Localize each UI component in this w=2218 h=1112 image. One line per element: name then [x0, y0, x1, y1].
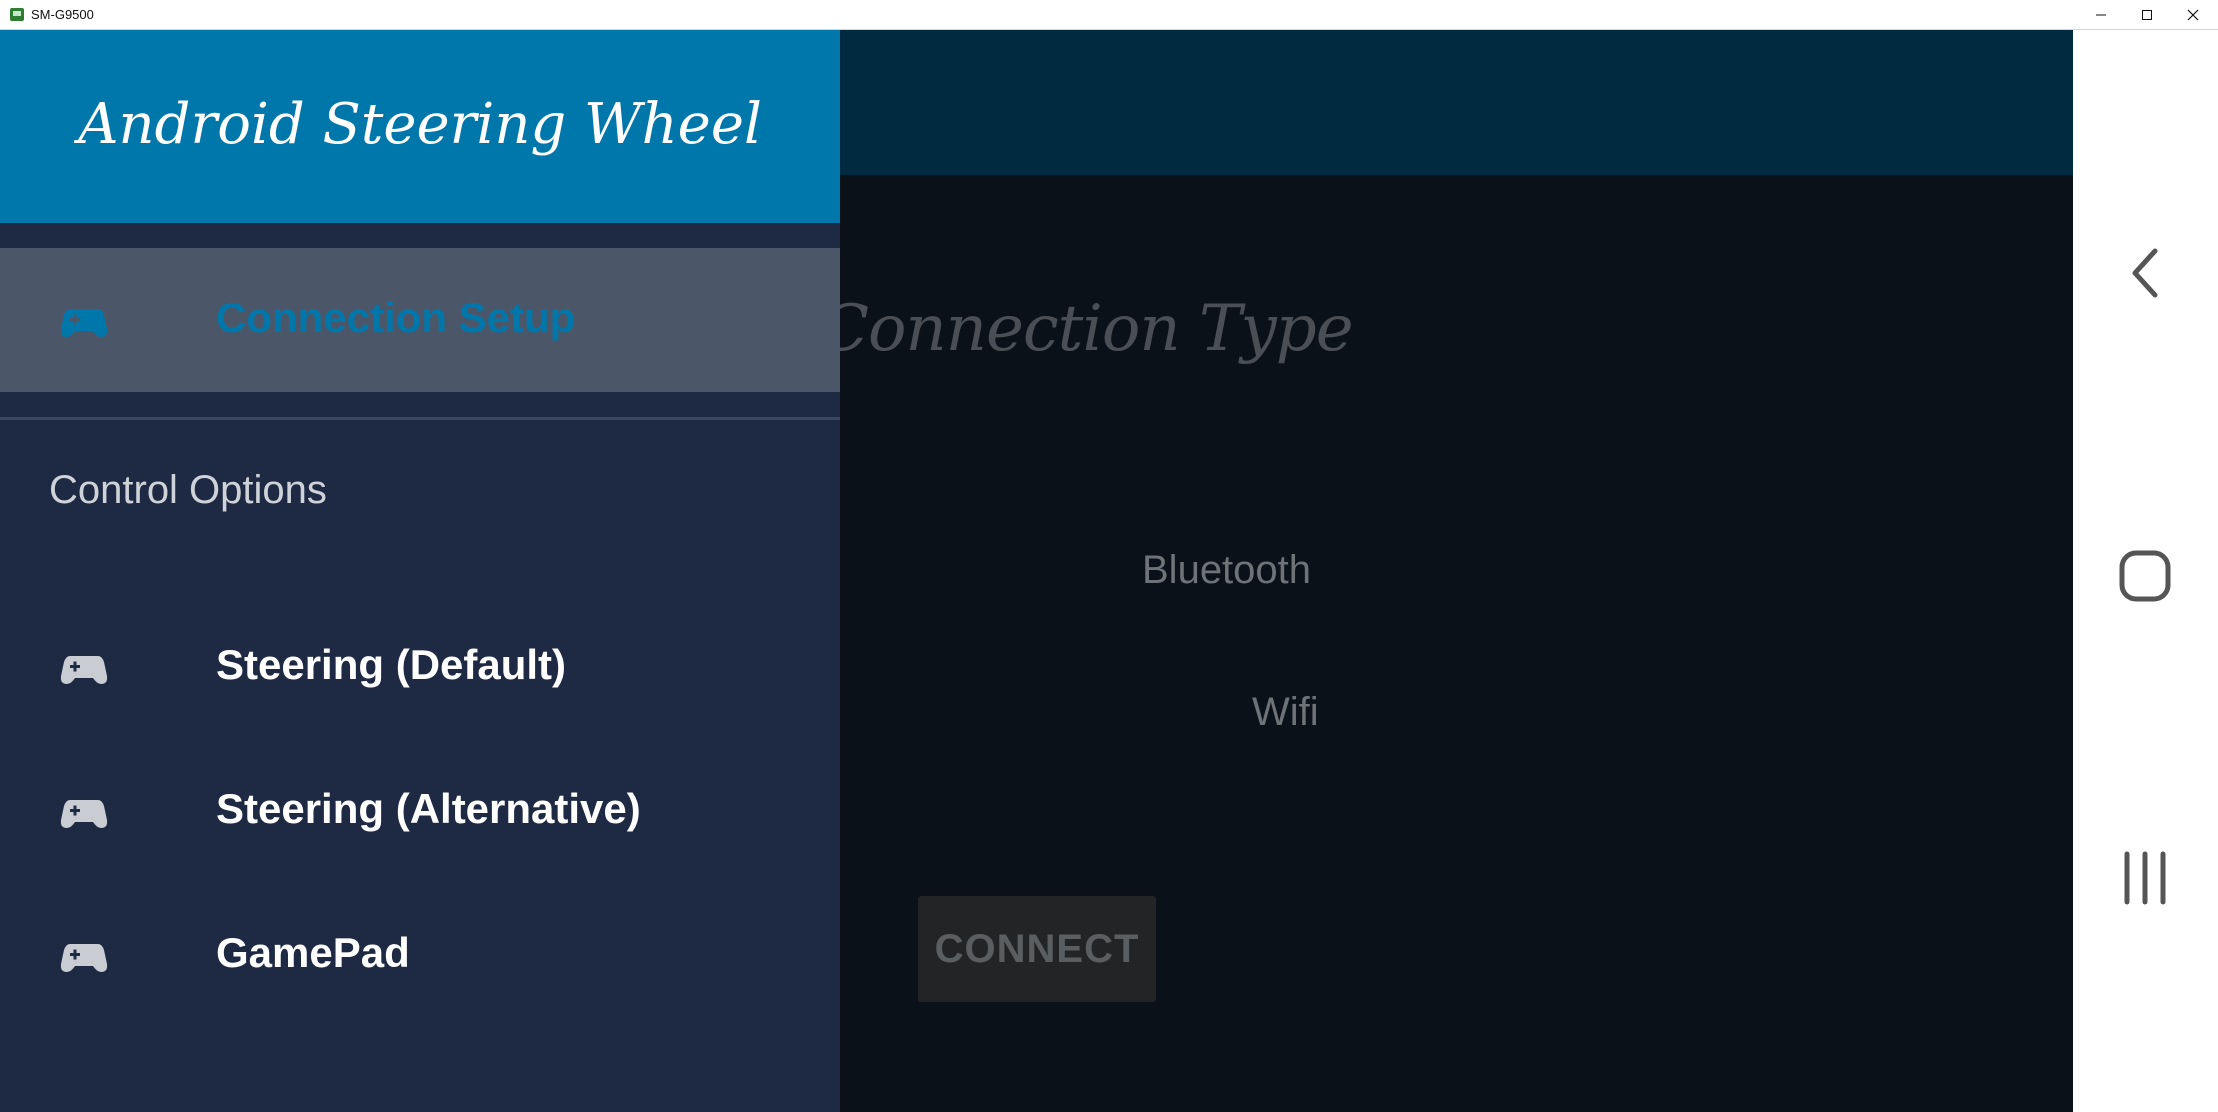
app-brand-title: Android Steering Wheel [78, 92, 762, 157]
close-icon [2187, 9, 2199, 21]
drawer-divider [0, 417, 840, 420]
connect-button[interactable]: CONNECT [918, 896, 1156, 1002]
drawer-item-label: Steering (Default) [216, 641, 567, 688]
recents-icon [2124, 851, 2166, 905]
back-icon [2132, 248, 2158, 298]
window-title: SM-G9500 [31, 7, 94, 22]
control-options-header: Control Options [49, 468, 327, 512]
maximize-button[interactable] [2124, 0, 2170, 30]
home-icon [2119, 550, 2171, 602]
navigation-drawer: Android Steering Wheel Connection Setup … [0, 30, 840, 1112]
app-window-icon [10, 8, 24, 21]
recents-button[interactable] [2113, 846, 2177, 910]
bluetooth-option[interactable]: Bluetooth [1142, 548, 1311, 593]
drawer-item-label: Connection Setup [216, 294, 576, 341]
drawer-item-connection-setup[interactable]: Connection Setup [0, 248, 840, 392]
drawer-header: Android Steering Wheel [0, 30, 840, 223]
gamepad-icon [60, 800, 108, 828]
device-screen: Connection Type Bluetooth Wifi CONNECT A… [0, 30, 2073, 1112]
minimize-button[interactable] [2078, 0, 2124, 30]
window-title-bar: SM-G9500 [0, 0, 2218, 30]
home-button[interactable] [2113, 544, 2177, 608]
minimize-icon [2096, 14, 2106, 16]
gamepad-icon [60, 944, 108, 972]
back-button[interactable] [2113, 241, 2177, 305]
close-button[interactable] [2170, 0, 2216, 30]
drawer-item-steering-alternative[interactable]: Steering (Alternative) [0, 739, 840, 883]
drawer-item-label: GamePad [216, 929, 410, 976]
drawer-item-gamepad[interactable]: GamePad [0, 883, 840, 1027]
gamepad-icon [60, 656, 108, 684]
system-navigation-bar [2073, 30, 2218, 1112]
connection-type-title: Connection Type [820, 292, 1354, 366]
wifi-option[interactable]: Wifi [1252, 690, 1319, 735]
drawer-item-label: Steering (Alternative) [216, 785, 641, 832]
gamepad-icon [60, 309, 108, 337]
drawer-item-steering-default[interactable]: Steering (Default) [0, 595, 840, 739]
maximize-icon [2142, 10, 2152, 20]
